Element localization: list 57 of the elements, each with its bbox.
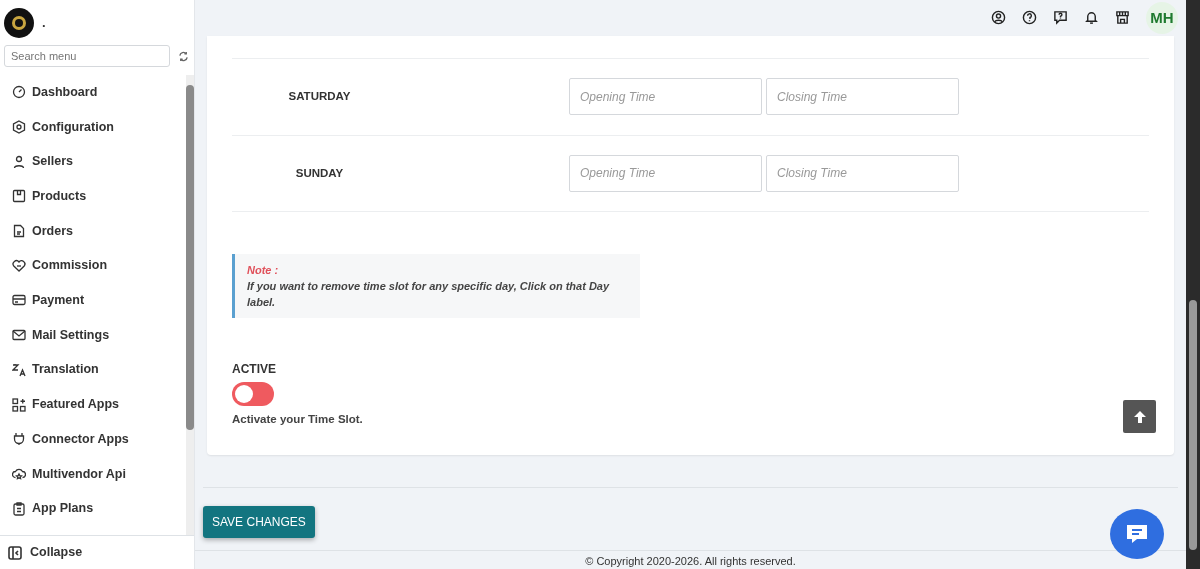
sidebar-item[interactable]: Configuration <box>0 109 186 145</box>
search-field[interactable]: Search menu <box>4 45 170 67</box>
sidebar-item[interactable]: Products <box>0 179 186 214</box>
note-text: If you want to remove time slot for any specific day, Click on that Day label. <box>247 278 611 310</box>
sidebar-item[interactable]: Orders <box>0 213 186 249</box>
cloud-star-icon <box>12 466 26 481</box>
active-help-text: Activate your Time Slot. <box>232 412 363 428</box>
hexagon-icon <box>12 120 26 135</box>
bell-icon[interactable] <box>1084 10 1099 26</box>
translate-icon <box>12 362 26 377</box>
document-icon <box>12 224 26 239</box>
gauge-icon <box>12 85 26 100</box>
page-scrollbar[interactable] <box>1186 0 1200 569</box>
sidebar-item[interactable]: Mail Settings <box>0 317 186 353</box>
brand-name: . <box>42 13 46 32</box>
save-changes-button[interactable]: SAVE CHANGES <box>203 505 315 538</box>
day-label[interactable]: SUNDAY <box>232 164 407 182</box>
sidebar-item[interactable]: Sellers <box>0 144 186 180</box>
sidebar-item[interactable]: Commission <box>0 248 186 284</box>
opening-time-field[interactable]: Opening Time <box>569 154 762 192</box>
brand-logo[interactable] <box>4 7 34 38</box>
card-icon <box>12 293 26 308</box>
refresh-icon[interactable] <box>178 50 189 62</box>
sidebar-item[interactable]: Connector Apps <box>0 421 186 457</box>
sidebar-scrollbar[interactable] <box>186 75 194 535</box>
store-icon[interactable] <box>1115 10 1130 26</box>
box-icon <box>12 189 26 204</box>
opening-time-field[interactable]: Opening Time <box>569 78 762 116</box>
sidebar-item[interactable]: Multivendor Api <box>0 456 186 492</box>
user-avatar[interactable]: MH <box>1146 1 1178 34</box>
sidebar-item[interactable]: Translation <box>0 352 186 388</box>
active-label: ACTIVE <box>232 360 277 378</box>
envelope-icon <box>12 328 26 343</box>
sidebar-item[interactable]: Featured Apps <box>0 387 186 422</box>
person-icon <box>12 154 26 169</box>
plug-icon <box>12 432 26 447</box>
note-title: Note : <box>247 262 280 278</box>
scroll-top-button[interactable] <box>1123 400 1156 433</box>
sidebar-item[interactable]: App Plans <box>0 491 186 526</box>
clipboard-icon <box>12 501 26 516</box>
chat-button[interactable] <box>1110 509 1164 559</box>
chat-question-icon[interactable] <box>1053 10 1068 26</box>
chat-icon <box>1125 523 1149 545</box>
collapse-link[interactable]: Collapse <box>30 535 83 569</box>
day-label[interactable]: SATURDAY <box>232 88 407 106</box>
help-icon[interactable] <box>1022 10 1037 26</box>
active-toggle[interactable] <box>232 381 274 406</box>
closing-time-field[interactable]: Closing Time <box>766 154 959 192</box>
user-circle-icon[interactable] <box>991 10 1006 26</box>
copyright-text: © Copyright 2020-2026. All rights reserved. <box>585 554 796 567</box>
heart-icon <box>12 258 26 273</box>
sidebar-item[interactable]: Payment <box>0 283 186 318</box>
closing-time-field[interactable]: Closing Time <box>766 78 959 116</box>
sidebar-item[interactable]: Dashboard <box>0 75 186 110</box>
collapse-icon[interactable] <box>8 545 22 560</box>
grid-plus-icon <box>12 397 26 412</box>
arrow-up-icon <box>1132 409 1147 424</box>
